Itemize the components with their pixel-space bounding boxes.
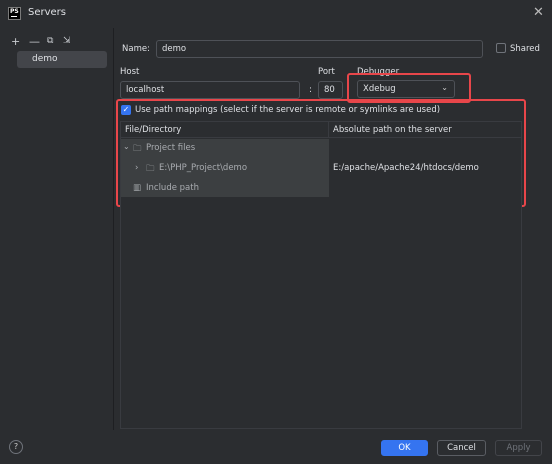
- column-header-server-path[interactable]: Absolute path on the server: [329, 122, 521, 138]
- server-list-panel: [0, 28, 114, 430]
- port-separator: :: [309, 85, 312, 95]
- add-icon[interactable]: +: [11, 35, 20, 48]
- chevron-right-icon[interactable]: ›: [135, 163, 138, 173]
- app-logo-icon: PS: [8, 7, 21, 20]
- chevron-down-icon[interactable]: ⌄: [123, 142, 130, 151]
- tree-item-include-path[interactable]: Include path: [146, 183, 199, 193]
- title-bar: [0, 0, 552, 28]
- shared-checkbox[interactable]: [496, 43, 506, 53]
- port-label: Port: [318, 67, 335, 77]
- move-icon[interactable]: ⇲: [63, 36, 71, 46]
- tree-item-project-files[interactable]: Project files: [146, 143, 195, 153]
- host-label: Host: [120, 67, 140, 77]
- use-path-mappings-checkbox[interactable]: ✓: [121, 105, 131, 115]
- window-title: Servers: [28, 7, 67, 18]
- cancel-button[interactable]: Cancel: [437, 440, 486, 456]
- shared-label: Shared: [510, 44, 540, 54]
- server-list-item-label: demo: [32, 54, 58, 64]
- tree-item-local-path[interactable]: E:\PHP_Project\demo: [159, 163, 247, 173]
- folder-icon: 🗀: [146, 164, 155, 174]
- ok-button[interactable]: OK: [381, 440, 428, 456]
- close-icon[interactable]: ✕: [533, 5, 544, 20]
- server-list-item[interactable]: demo: [17, 51, 107, 68]
- help-button[interactable]: ?: [9, 440, 23, 454]
- column-header-file[interactable]: File/Directory: [121, 122, 329, 138]
- host-input[interactable]: localhost: [120, 81, 300, 99]
- name-label: Name:: [122, 44, 150, 54]
- use-path-mappings-label: Use path mappings (select if the server …: [135, 105, 441, 115]
- library-icon: ▥: [133, 183, 142, 193]
- folder-icon: 🗀: [133, 144, 142, 154]
- remove-icon[interactable]: —: [29, 35, 40, 48]
- copy-icon[interactable]: ⧉: [47, 36, 53, 46]
- name-input[interactable]: demo: [156, 40, 483, 58]
- port-input[interactable]: 80: [318, 81, 343, 99]
- apply-button[interactable]: Apply: [495, 440, 542, 456]
- server-path-cell[interactable]: E:/apache/Apache24/htdocs/demo: [333, 163, 479, 173]
